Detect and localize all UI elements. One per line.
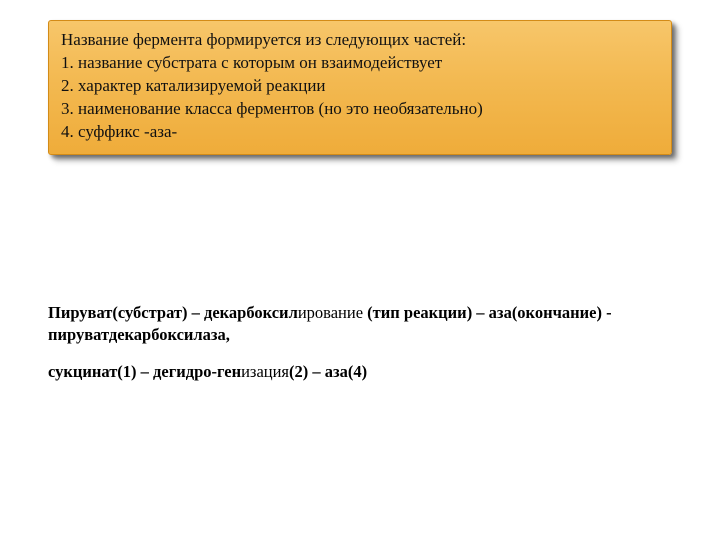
- example-line-1: Пируват(субстрат) – декарбоксилирование …: [48, 302, 672, 347]
- example1-part-normal-1: ирование: [298, 303, 363, 322]
- example-line-2: сукцинат(1) – дегидро-генизация(2) – аза…: [48, 361, 672, 383]
- callout-item-1: 1. название субстрата с которым он взаим…: [61, 52, 659, 75]
- examples-block: Пируват(субстрат) – декарбоксилирование …: [48, 302, 672, 397]
- callout-container: Название фермента формируется из следующ…: [48, 20, 672, 155]
- callout-item-2: 2. характер катализируемой реакции: [61, 75, 659, 98]
- example2-part-bold-1: сукцинат(1) – дегидро-ген: [48, 362, 241, 381]
- callout-heading: Название фермента формируется из следующ…: [61, 29, 659, 52]
- slide: Название фермента формируется из следующ…: [0, 0, 720, 540]
- example2-part-normal-1: изация: [241, 362, 289, 381]
- example1-part-bold-1: Пируват(субстрат) – декарбоксил: [48, 303, 298, 322]
- example2-part-bold-2: (2) – аза(4): [289, 362, 367, 381]
- enzyme-naming-callout: Название фермента формируется из следующ…: [48, 20, 672, 155]
- callout-item-3: 3. наименование класса ферментов (но это…: [61, 98, 659, 121]
- callout-item-4: 4. суффикс -аза-: [61, 121, 659, 144]
